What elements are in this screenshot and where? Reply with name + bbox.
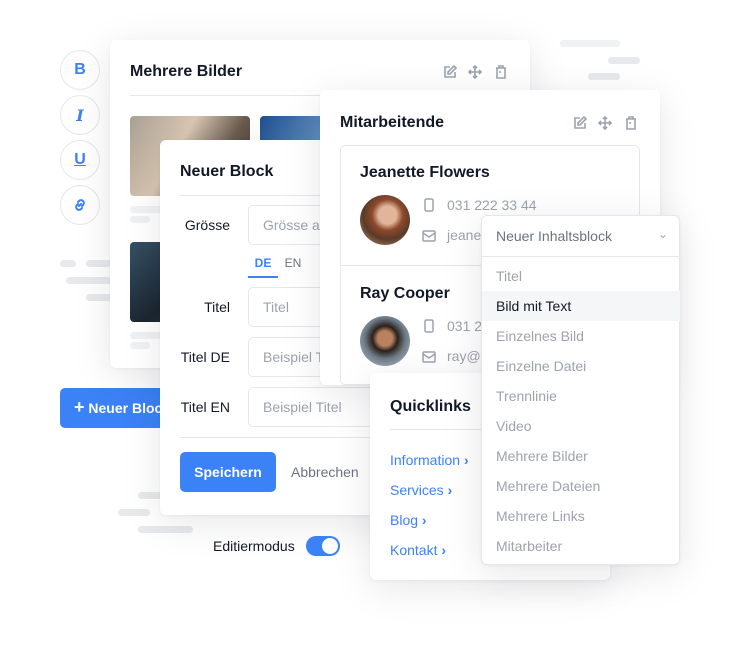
dropdown-option[interactable]: Mehrere Dateien: [496, 478, 600, 494]
edit-mode-label: Editiermodus: [213, 538, 295, 554]
decor-bar: [138, 526, 193, 533]
edit-icon[interactable]: [572, 115, 588, 136]
decor-bar: [588, 73, 620, 80]
save-button[interactable]: Speichern: [180, 452, 276, 492]
quicklink-information[interactable]: Information ›: [390, 452, 469, 468]
move-icon[interactable]: [467, 64, 483, 85]
decor-bar: [560, 40, 620, 47]
decor-bar: [60, 260, 76, 267]
employee-phone: 031 2: [447, 318, 483, 334]
tab-de[interactable]: DE: [248, 256, 278, 278]
employee-email[interactable]: ray@: [447, 348, 481, 364]
size-label: Grösse: [184, 217, 230, 233]
link-icon: [75, 199, 85, 211]
move-icon[interactable]: [597, 115, 613, 136]
dropdown-option[interactable]: Bild mit Text: [496, 298, 571, 314]
italic-icon: I: [76, 105, 84, 125]
edit-icon[interactable]: [442, 64, 458, 85]
dropdown-option[interactable]: Mehrere Links: [496, 508, 585, 524]
edit-mode-toggle[interactable]: [306, 536, 340, 556]
phone-icon: [423, 319, 435, 338]
title-label: Titel: [204, 299, 230, 315]
dropdown-option[interactable]: Mehrere Bilder: [496, 448, 588, 464]
title-en-label: Titel EN: [180, 399, 230, 415]
underline-button[interactable]: U: [60, 140, 100, 180]
dropdown-option[interactable]: Trennlinie: [496, 388, 557, 404]
dropdown-option[interactable]: Video: [496, 418, 532, 434]
quicklink-services[interactable]: Services ›: [390, 482, 452, 498]
trash-icon[interactable]: [493, 64, 509, 85]
content-block-dropdown[interactable]: Neuer Inhaltsblock ⌄ Titel Bild mit Text…: [481, 215, 680, 565]
card-title: Quicklinks: [390, 398, 471, 415]
underline-icon: U: [74, 151, 86, 168]
bold-icon: B: [74, 61, 86, 78]
mail-icon: [422, 229, 436, 247]
new-block-label: Neuer Block: [88, 400, 171, 416]
employee-phone: 031 222 33 44: [447, 197, 537, 213]
dropdown-option[interactable]: Titel: [496, 268, 522, 284]
decor-bar: [608, 57, 640, 64]
avatar: [360, 195, 410, 245]
tab-en[interactable]: EN: [278, 256, 308, 278]
title-de-label: Titel DE: [180, 349, 230, 365]
card-title: Mitarbeitende: [340, 114, 445, 131]
employee-name: Ray Cooper: [360, 285, 450, 302]
plus-icon: +: [74, 397, 85, 417]
phone-icon: [423, 198, 435, 217]
dropdown-option[interactable]: Mitarbeiter: [496, 538, 562, 554]
decor-bar: [66, 277, 116, 284]
dropdown-option[interactable]: Einzelnes Bild: [496, 328, 584, 344]
italic-button[interactable]: I: [60, 95, 100, 135]
cancel-button[interactable]: Abbrechen: [291, 464, 359, 480]
quicklink-blog[interactable]: Blog ›: [390, 512, 427, 528]
quicklink-kontakt[interactable]: Kontakt ›: [390, 542, 446, 558]
mail-icon: [422, 350, 436, 368]
card-title: Mehrere Bilder: [130, 63, 243, 80]
trash-icon[interactable]: [623, 115, 639, 136]
chevron-down-icon[interactable]: ⌄: [658, 227, 668, 241]
avatar: [360, 316, 410, 366]
bold-button[interactable]: B: [60, 50, 100, 90]
dropdown-option[interactable]: Einzelne Datei: [496, 358, 586, 374]
link-button[interactable]: [60, 185, 100, 225]
employee-name: Jeanette Flowers: [360, 164, 490, 181]
dropdown-placeholder[interactable]: Neuer Inhaltsblock: [496, 228, 612, 244]
decor-bar: [118, 509, 150, 516]
form-title: Neuer Block: [180, 163, 274, 180]
